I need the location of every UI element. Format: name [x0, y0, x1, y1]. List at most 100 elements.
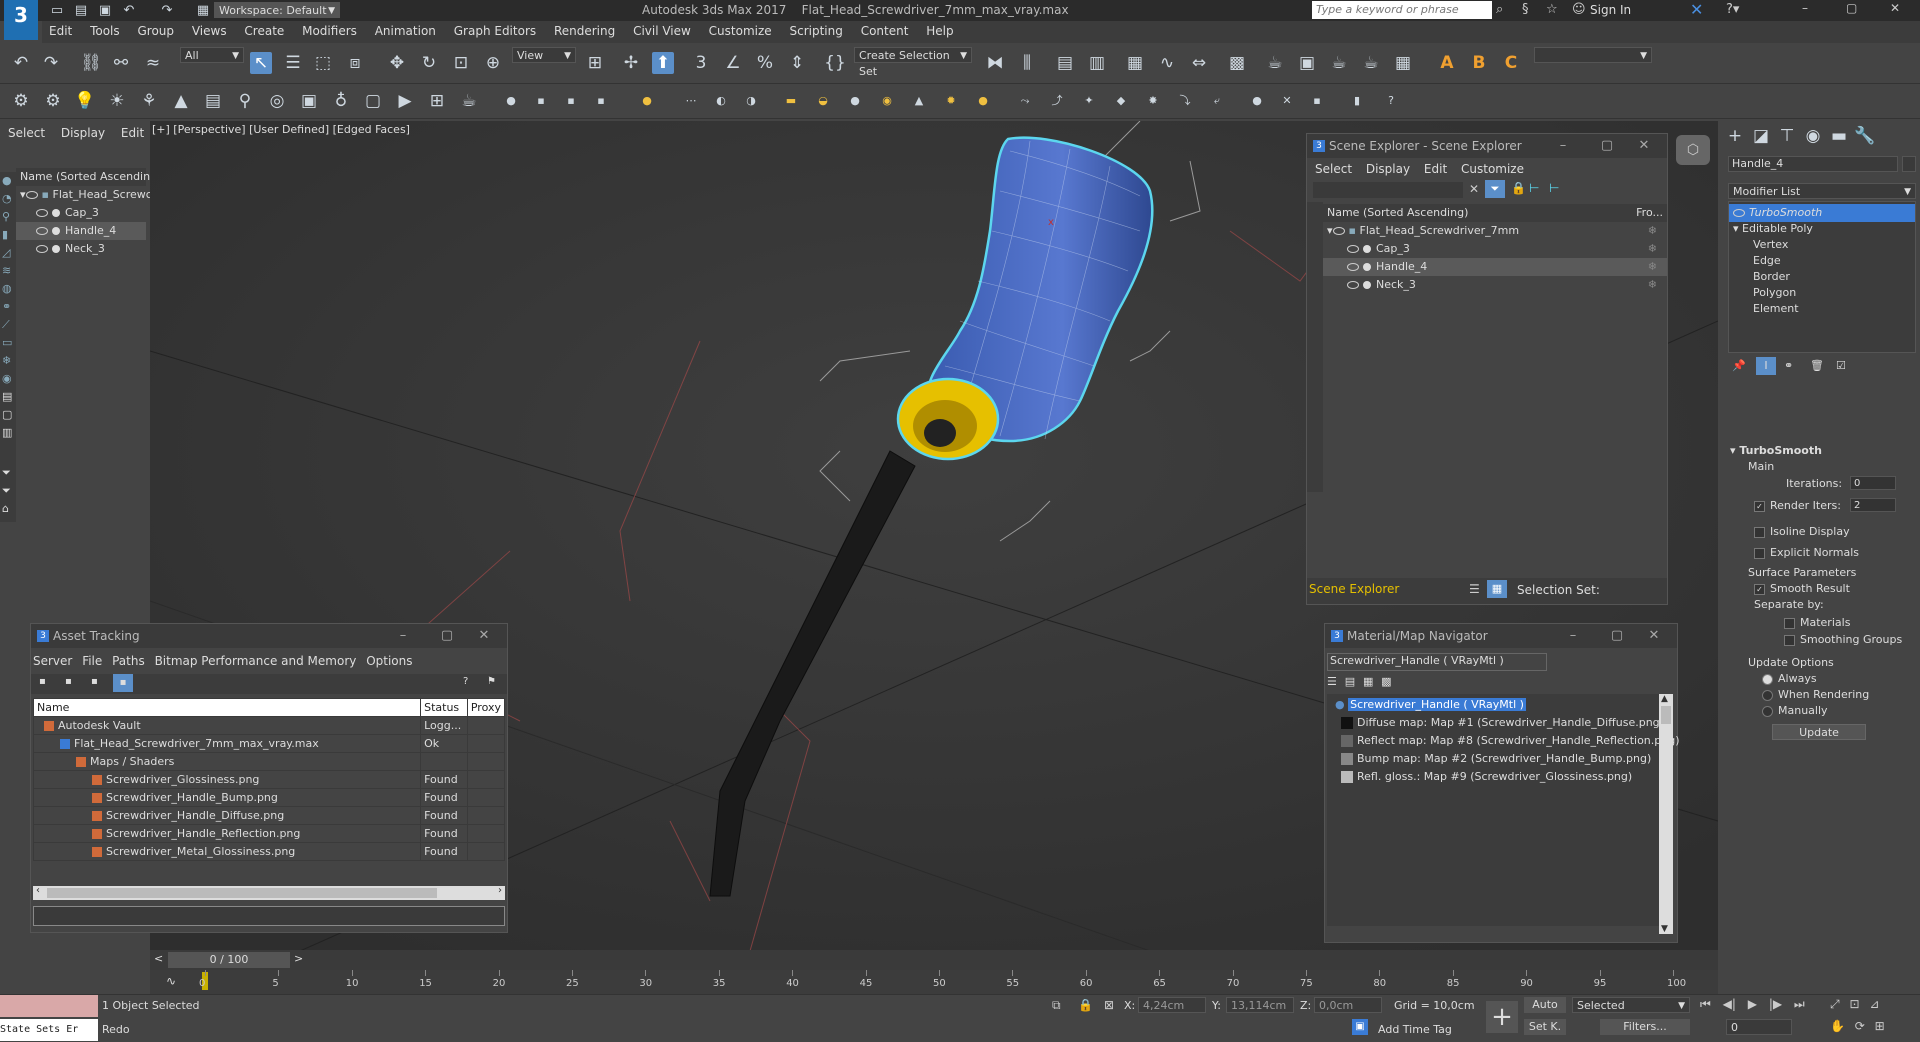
tool-c-icon[interactable]: ▪: [560, 90, 582, 112]
show-end-result-icon[interactable]: Ⅰ: [1756, 357, 1776, 375]
tool-o-icon[interactable]: ●: [972, 90, 994, 112]
tree-root[interactable]: ▾ ▪ Flat_Head_Screwdriver_7mm ❄: [1323, 222, 1667, 240]
filter-groups-icon[interactable]: ◍: [2, 282, 12, 295]
filter-containers-icon[interactable]: ▭: [2, 336, 12, 349]
tab-edit[interactable]: Edit: [121, 126, 144, 140]
track-bar[interactable]: ∿ 0 5 10 15 20 25 30 35 40 45 50 55 60 65 70 75 80 85 90 95…: [150, 970, 1718, 994]
modify-tab-icon[interactable]: ◪: [1750, 125, 1772, 147]
menu-views[interactable]: Views: [185, 21, 234, 43]
filter-xrefs-icon[interactable]: ⚭: [2, 300, 11, 313]
snaps-toggle-icon[interactable]: 3: [690, 52, 712, 74]
filter-funnel-icon[interactable]: ⏷: [2, 466, 11, 480]
map-item[interactable]: Bump map: Map #2 (Screwdriver_Handle_Bum…: [1327, 750, 1659, 768]
visibility-icon[interactable]: [36, 245, 48, 253]
menu-file[interactable]: File: [82, 654, 102, 668]
text-a-icon[interactable]: A: [1436, 52, 1458, 74]
tool-a-icon[interactable]: ●: [500, 90, 522, 112]
minimize-button[interactable]: –: [1541, 134, 1585, 158]
material-root[interactable]: ● Screwdriver_Handle ( VRayMtl ): [1327, 696, 1659, 714]
filter-geometry-icon[interactable]: ●: [2, 174, 12, 187]
filter-helpers-icon[interactable]: ◿: [2, 246, 10, 259]
scroll-up-icon[interactable]: ▲: [1661, 694, 1668, 704]
large-icons-icon[interactable]: ▩: [1381, 675, 1391, 688]
table-row[interactable]: Flat_Head_Screwdriver_7mm_max_vray.max Ok: [33, 734, 505, 753]
y-coordinate-field[interactable]: 13,114cm: [1226, 997, 1294, 1013]
freeze-icon[interactable]: ❄: [1648, 258, 1657, 276]
zoom-all-icon[interactable]: ⊡: [1849, 997, 1859, 1011]
motion-tab-icon[interactable]: ◉: [1802, 125, 1824, 147]
menu-animation[interactable]: Animation: [368, 21, 443, 43]
visibility-icon[interactable]: [36, 227, 48, 235]
vray-bulb-icon[interactable]: ⚲: [234, 90, 256, 112]
x-coordinate-field[interactable]: 4,24cm: [1138, 997, 1206, 1013]
next-frame-icon[interactable]: |▶: [1769, 997, 1782, 1011]
list-view-icon[interactable]: ☰: [1327, 675, 1337, 688]
tool-b-icon[interactable]: ▪: [530, 90, 552, 112]
go-to-start-icon[interactable]: ⏮: [1700, 997, 1711, 1011]
manually-radio[interactable]: [1762, 705, 1773, 717]
tool-k-icon[interactable]: ●: [844, 90, 866, 112]
smooth-result-checkbox[interactable]: ✓: [1754, 583, 1765, 595]
utilities-tab-icon[interactable]: 🔧: [1854, 125, 1876, 147]
time-prev-icon[interactable]: <: [154, 952, 163, 965]
selection-filter-dropdown[interactable]: All ▼: [180, 47, 244, 63]
menu-select[interactable]: Select: [1315, 162, 1352, 176]
make-unique-icon[interactable]: ⚭: [1784, 359, 1793, 372]
table-row[interactable]: Autodesk Vault Logg...: [33, 716, 505, 735]
vray-sun-icon[interactable]: ☀: [106, 90, 128, 112]
column-header[interactable]: Name (Sorted Ascending): [16, 168, 161, 186]
vray-light-icon[interactable]: 💡: [74, 90, 96, 112]
pivot-point-icon[interactable]: ⊞: [584, 52, 606, 74]
material-editor-icon[interactable]: ▩: [1226, 52, 1248, 74]
find-field[interactable]: [1313, 182, 1463, 198]
select-by-name-icon[interactable]: ☰: [282, 52, 304, 74]
undo-icon[interactable]: ↶: [118, 0, 140, 22]
layer-explorer-icon[interactable]: ▤: [1054, 52, 1076, 74]
menu-civil-view[interactable]: Civil View: [626, 21, 698, 43]
minimize-button[interactable]: –: [1551, 624, 1595, 648]
map-item[interactable]: Diffuse map: Map #1 (Screwdriver_Handle_…: [1327, 714, 1664, 732]
state-sets-field[interactable]: State Sets Er: [0, 1019, 98, 1041]
tool-v-icon[interactable]: ⤶: [1206, 90, 1228, 112]
table-row[interactable]: Screwdriver_Handle_Diffuse.png Found: [33, 806, 505, 825]
close-button[interactable]: ✕: [1890, 1, 1900, 15]
menu-create[interactable]: Create: [237, 21, 291, 43]
text-b-icon[interactable]: B: [1468, 52, 1490, 74]
selection-set-icon[interactable]: ▦: [1487, 580, 1507, 598]
explorer-name-field[interactable]: Scene Explorer: [1309, 582, 1459, 598]
curve-icon[interactable]: ∿: [166, 974, 176, 988]
render-setup-icon[interactable]: ☕: [1264, 52, 1286, 74]
vray-teapot-icon[interactable]: ⚙: [10, 90, 32, 112]
angle-snap-icon[interactable]: ∠: [722, 52, 744, 74]
tool-u-icon[interactable]: ⤵: [1174, 90, 1196, 112]
redo-icon[interactable]: ↷: [156, 0, 178, 22]
menu-options[interactable]: Options: [366, 654, 412, 668]
tree-item[interactable]: Handle_4: [16, 222, 146, 240]
table-row[interactable]: Screwdriver_Handle_Bump.png Found: [33, 788, 505, 807]
table-row[interactable]: Maps / Shaders: [33, 752, 505, 771]
vray-sphere-icon[interactable]: ◎: [266, 90, 288, 112]
vray-plane-icon[interactable]: ▣: [298, 90, 320, 112]
orbit-icon[interactable]: ⟳: [1855, 1019, 1865, 1033]
scroll-right-icon[interactable]: ›: [498, 885, 502, 896]
scene-explorer-titlebar[interactable]: 3 Scene Explorer - Scene Explorer – ▢ ✕: [1307, 134, 1667, 158]
lock-icon[interactable]: 🔒: [1511, 181, 1526, 195]
edit-named-selection-icon[interactable]: {}: [824, 52, 846, 74]
filter-shapes-icon[interactable]: ◔: [2, 192, 12, 205]
stack-item-element[interactable]: Element: [1729, 300, 1915, 318]
pin-stack-icon[interactable]: 📌: [1732, 359, 1746, 372]
bind-space-warp-icon[interactable]: ≈: [142, 52, 164, 74]
maximize-button[interactable]: ▢: [1846, 1, 1857, 15]
materials-checkbox[interactable]: [1784, 617, 1795, 629]
modifier-list-dropdown[interactable]: Modifier List ▼: [1728, 183, 1916, 199]
app-logo-icon[interactable]: 3: [4, 0, 38, 40]
time-slider[interactable]: < 0 / 100 >: [150, 950, 1718, 970]
schematic-view-icon[interactable]: ⇔: [1188, 52, 1210, 74]
update-button[interactable]: Update: [1772, 724, 1866, 740]
render-iters-spinner[interactable]: 2: [1850, 498, 1896, 512]
column-header[interactable]: Name (Sorted Ascending) Fro...: [1323, 204, 1667, 222]
exchange-icon[interactable]: ✕: [1690, 0, 1703, 19]
smoothing-groups-checkbox[interactable]: [1784, 634, 1795, 646]
vray-ies-icon[interactable]: ♁: [330, 90, 352, 112]
rollout-title[interactable]: ▾ TurboSmooth: [1730, 444, 1822, 457]
